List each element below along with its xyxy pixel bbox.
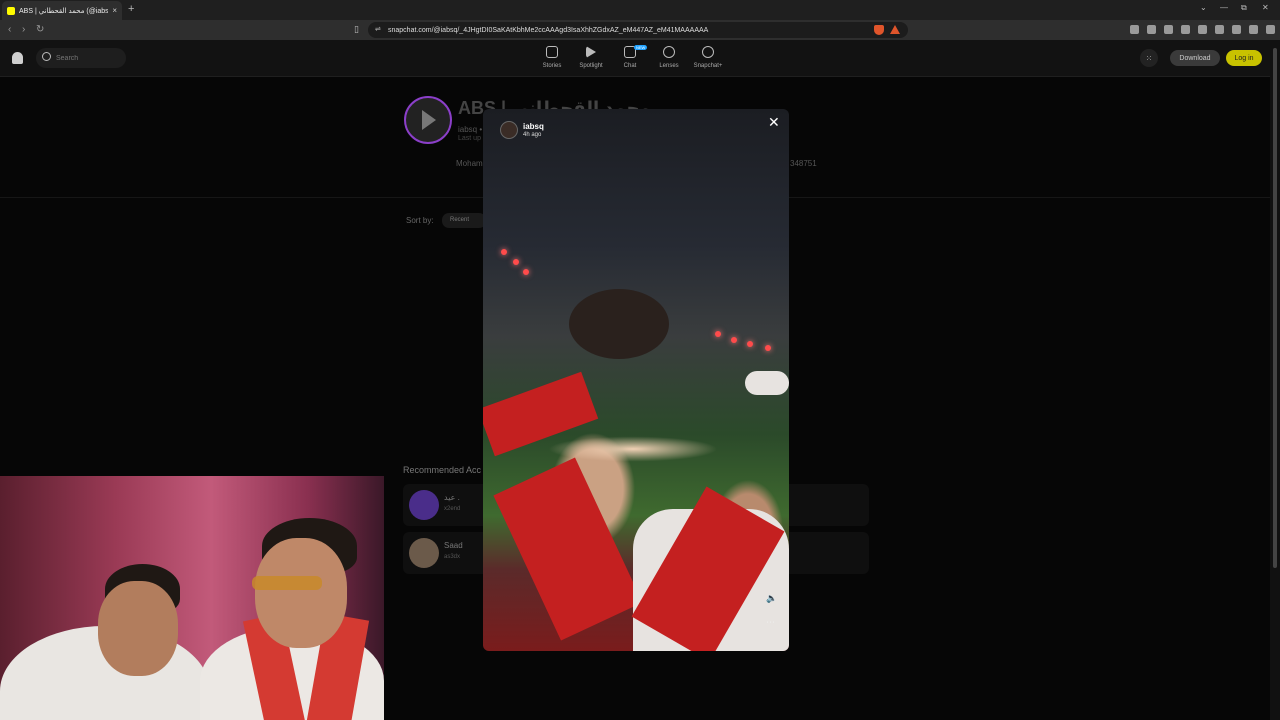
window-restore-button[interactable]: ⧉ <box>1241 3 1247 13</box>
nav-stories-label: Stories <box>542 63 562 69</box>
extension-icon[interactable] <box>1147 25 1156 34</box>
lenses-icon <box>663 46 675 58</box>
nav-chat[interactable]: NEW Chat <box>610 45 650 69</box>
person-hair <box>569 289 669 359</box>
extension-icon[interactable] <box>1181 25 1190 34</box>
back-arrow-icon[interactable]: ‹ <box>8 24 11 35</box>
profile-username: iabsq • <box>458 125 483 134</box>
extension-icon[interactable] <box>1130 25 1139 34</box>
page-scrollbar[interactable] <box>1270 40 1280 720</box>
profile-last-updated: Last up <box>458 135 481 142</box>
story-timestamp: 4h ago <box>523 132 542 138</box>
extension-toolbar <box>1130 25 1280 34</box>
download-button[interactable]: Download <box>1170 50 1220 66</box>
browser-address-bar: ‹ › ↻ ▯ ⇌ snapchat.com/@iabsq/_4JHgtDI0S… <box>0 20 1280 40</box>
forward-arrow-icon[interactable]: › <box>22 24 25 35</box>
search-input[interactable] <box>56 51 120 65</box>
avatar <box>409 490 439 520</box>
snapchat-header: Stories Spotlight NEW Chat Lenses Snapch… <box>0 40 1270 77</box>
scrollbar-thumb[interactable] <box>1273 48 1277 568</box>
story-viewer[interactable]: iabsq 4h ago ✕ 🔈 ⋯ <box>483 109 789 651</box>
stadium-light <box>715 331 721 337</box>
spotlight-play-icon <box>586 46 596 58</box>
brave-shield-icon[interactable] <box>874 25 884 35</box>
new-badge: NEW <box>634 45 648 50</box>
sunglasses <box>252 576 322 590</box>
url-field[interactable]: ⇌ snapchat.com/@iabsq/_4JHgtDI0SaKAtKbhM… <box>368 22 908 38</box>
reload-icon[interactable]: ↻ <box>36 24 44 35</box>
sort-select[interactable]: Recent <box>442 213 486 228</box>
snapchat-ghost-logo-icon[interactable] <box>12 52 23 64</box>
window-minimize-button[interactable]: — <box>1220 3 1228 12</box>
apps-grid-icon[interactable]: ⁙ <box>1140 49 1158 67</box>
sort-label: Sort by: <box>406 216 434 225</box>
story-user-avatar[interactable] <box>500 121 518 139</box>
login-button[interactable]: Log in <box>1226 50 1262 66</box>
close-icon[interactable]: ✕ <box>768 114 780 131</box>
stories-icon <box>546 46 558 58</box>
nav-spotlight-label: Spotlight <box>579 63 603 69</box>
bookmark-icon[interactable]: ▯ <box>354 24 359 35</box>
nav-snapchat-plus-label: Snapchat+ <box>693 63 723 69</box>
nav-stories[interactable]: Stories <box>532 46 572 69</box>
search-icon <box>42 52 51 61</box>
nav-lenses-label: Lenses <box>659 63 679 69</box>
recommended-name: Saad <box>444 541 463 550</box>
nav-snapchat-plus[interactable]: Snapchat+ <box>688 46 728 69</box>
white-headwear <box>745 371 789 395</box>
recommended-title: Recommended Acc <box>403 465 482 475</box>
nav-chat-label: Chat <box>623 63 637 69</box>
recommended-username: as3dx <box>444 554 461 560</box>
search-box[interactable] <box>36 48 126 68</box>
profile-avatar[interactable] <box>404 96 452 144</box>
stadium-light <box>501 249 507 255</box>
site-info-icon[interactable]: ⇌ <box>375 25 381 33</box>
avatar <box>409 538 439 568</box>
vpn-icon[interactable] <box>1249 25 1258 34</box>
webcam-overlay <box>0 476 384 720</box>
wallet-icon[interactable] <box>1232 25 1241 34</box>
more-options-icon[interactable]: ⋯ <box>766 617 775 628</box>
person-right-face <box>255 538 347 648</box>
person-left-face <box>98 581 178 676</box>
tab-close-icon[interactable]: × <box>112 6 117 15</box>
snapchat-favicon-icon <box>7 6 15 15</box>
red-scarf <box>493 457 643 641</box>
window-close-button[interactable]: ✕ <box>1262 3 1269 12</box>
sidebar-icon[interactable] <box>1215 25 1224 34</box>
stadium-light <box>513 259 519 265</box>
url-text: snapchat.com/@iabsq/_4JHgtDI0SaKAtKbhMe2… <box>388 26 709 34</box>
browser-tab-bar: ABS | محمد القحطاني (@iabsq) × + ⌄ — ⧉ ✕ <box>0 0 1280 20</box>
stadium-light <box>523 269 529 275</box>
brave-rewards-icon[interactable] <box>890 25 900 34</box>
stadium-light <box>765 345 771 351</box>
browser-tab[interactable]: ABS | محمد القحطاني (@iabsq) × <box>2 1 122 20</box>
extension-icon[interactable] <box>1164 25 1173 34</box>
recommended-username: x2end <box>444 506 461 512</box>
recommended-name: عيد . <box>444 493 460 502</box>
tab-list-chevron-icon[interactable]: ⌄ <box>1200 3 1207 12</box>
tab-title: ABS | محمد القحطاني (@iabsq) <box>19 7 109 15</box>
snapchat-plus-icon <box>702 46 714 58</box>
nav-spotlight[interactable]: Spotlight <box>571 46 611 69</box>
profile-bio: Moham <box>456 159 483 168</box>
nav-lenses[interactable]: Lenses <box>649 46 689 69</box>
red-scarf <box>483 371 599 457</box>
music-icon[interactable] <box>1198 25 1207 34</box>
profile-bio-tail: 348751 <box>790 159 817 168</box>
shield-icon[interactable] <box>1266 25 1275 34</box>
story-username[interactable]: iabsq <box>523 122 544 131</box>
stadium-light <box>731 337 737 343</box>
new-tab-button[interactable]: + <box>128 3 134 15</box>
stadium-light <box>747 341 753 347</box>
volume-icon[interactable]: 🔈 <box>766 593 777 604</box>
